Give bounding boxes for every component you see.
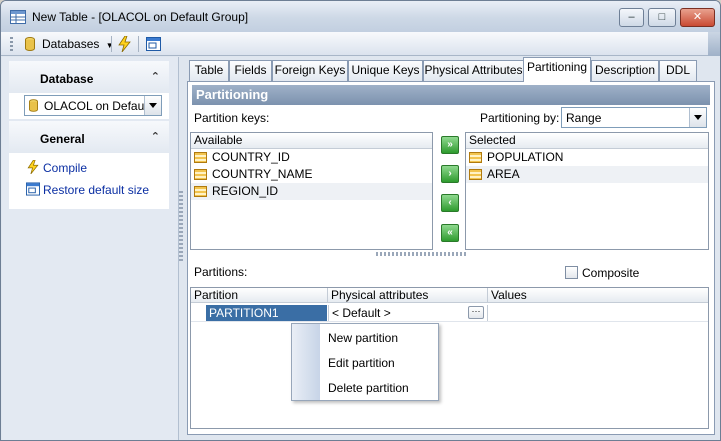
tab-partitioning[interactable]: Partitioning [523, 57, 591, 82]
minimize-icon: – [628, 11, 635, 23]
partition-name-cell[interactable]: PARTITION1 [206, 305, 327, 321]
general-section-body: Compile Restore default size [9, 153, 169, 209]
toolbar: Databases ▼ [1, 32, 720, 56]
toolbar-separator [111, 36, 112, 52]
remove-button[interactable]: ‹ [441, 194, 459, 212]
compile-lightning-icon [27, 160, 39, 174]
maximize-button[interactable]: □ [648, 8, 676, 27]
close-button[interactable]: ✕ [680, 8, 715, 27]
available-header: Available [191, 133, 432, 149]
selected-header: Selected [466, 133, 708, 149]
menu-item-new-partition[interactable]: New partition [328, 331, 398, 345]
collapse-icon[interactable]: ⌃ [151, 70, 160, 83]
databases-dropdown[interactable]: Databases ▼ [42, 36, 114, 52]
grid-header-partition[interactable]: Partition [191, 288, 328, 303]
database-select-value: OLACOL on Default [44, 99, 144, 113]
databases-label: Databases [42, 37, 100, 51]
physical-attributes-cell[interactable]: < Default > ··· [328, 305, 488, 321]
list-item-label: AREA [487, 167, 520, 181]
window-title: New Table - [OLACOL on Default Group] [32, 10, 249, 24]
restore-size-icon[interactable] [146, 37, 161, 51]
toolbar-separator [138, 36, 139, 52]
minimize-button[interactable]: – [619, 8, 644, 27]
menu-item-edit-partition[interactable]: Edit partition [328, 356, 395, 370]
tab-foreign-keys[interactable]: Foreign Keys [272, 60, 348, 81]
list-item[interactable]: COUNTRY_ID [191, 149, 432, 166]
vertical-splitter[interactable] [179, 191, 183, 261]
table-row[interactable]: PARTITION1 < Default > ··· [191, 304, 708, 322]
column-icon [469, 152, 482, 163]
restore-default-size-link[interactable]: Restore default size [43, 183, 149, 197]
collapse-icon[interactable]: ⌃ [151, 130, 160, 143]
compile-lightning-icon[interactable] [118, 36, 131, 52]
column-icon [194, 169, 207, 180]
list-item[interactable]: AREA [466, 166, 708, 183]
chevron-down-icon: ▼ [105, 41, 114, 50]
database-section-header[interactable]: Database ⌃ [9, 61, 169, 93]
partitioning-by-value: Range [566, 111, 602, 125]
tab-unique-keys[interactable]: Unique Keys [348, 60, 423, 81]
column-icon [194, 186, 207, 197]
grid-header-values[interactable]: Values [488, 288, 708, 303]
grid-header-physical[interactable]: Physical attributes [328, 288, 488, 303]
list-item[interactable]: REGION_ID [191, 183, 432, 200]
horizontal-splitter[interactable] [376, 252, 466, 256]
add-button[interactable]: › [441, 165, 459, 183]
tab-physical-attributes[interactable]: Physical Attributes [423, 60, 524, 81]
column-icon [194, 152, 207, 163]
context-menu: New partition Edit partition Delete part… [291, 323, 439, 401]
database-icon [29, 99, 38, 112]
chevron-down-icon[interactable] [144, 96, 161, 115]
partitioning-by-label: Partitioning by: [480, 111, 560, 125]
tab-description[interactable]: Description [591, 60, 659, 81]
list-item-label: COUNTRY_NAME [212, 167, 313, 181]
toolbar-grip[interactable] [10, 37, 13, 51]
list-item[interactable]: COUNTRY_NAME [191, 166, 432, 183]
tab-fields[interactable]: Fields [229, 60, 272, 81]
partitions-grid[interactable]: Partition Physical attributes Values PAR… [190, 287, 709, 429]
composite-checkbox[interactable] [565, 266, 578, 279]
database-section-body: OLACOL on Default [9, 93, 169, 119]
navigation-panel: Database ⌃ OLACOL on Default General ⌃ C… [2, 57, 179, 440]
close-icon: ✕ [692, 11, 703, 23]
add-all-button[interactable]: » [441, 136, 459, 154]
general-section-header[interactable]: General ⌃ [9, 121, 169, 153]
list-item-label: POPULATION [487, 150, 564, 164]
column-icon [469, 169, 482, 180]
list-item[interactable]: POPULATION [466, 149, 708, 166]
context-menu-gutter [292, 324, 320, 400]
title-bar[interactable]: New Table - [OLACOL on Default Group] – … [1, 1, 720, 32]
database-icon [25, 37, 35, 51]
database-select[interactable]: OLACOL on Default [24, 95, 162, 116]
partitioning-by-select[interactable]: Range [561, 107, 707, 128]
partitions-label: Partitions: [194, 265, 248, 279]
list-item-label: REGION_ID [212, 184, 279, 198]
main-window: New Table - [OLACOL on Default Group] – … [0, 0, 721, 441]
ellipsis-button[interactable]: ··· [468, 306, 484, 319]
table-icon [10, 10, 26, 24]
list-item-label: COUNTRY_ID [212, 150, 290, 164]
physical-attributes-value: < Default > [332, 306, 391, 320]
toolbar-overflow-button[interactable] [708, 32, 720, 56]
selected-columns-list[interactable]: Selected POPULATION AREA [465, 132, 709, 250]
menu-item-delete-partition[interactable]: Delete partition [328, 381, 409, 395]
chevron-down-icon[interactable] [689, 108, 706, 127]
composite-label: Composite [582, 266, 640, 280]
compile-link[interactable]: Compile [43, 161, 87, 175]
values-cell[interactable] [489, 305, 708, 321]
available-columns-list[interactable]: Available COUNTRY_ID COUNTRY_NAME REGION… [190, 132, 433, 250]
section-header: Partitioning [192, 85, 710, 105]
tab-table[interactable]: Table [189, 60, 229, 81]
maximize-icon: □ [658, 11, 666, 23]
general-header-label: General [40, 132, 85, 146]
partition-keys-label: Partition keys: [194, 111, 270, 125]
restore-size-icon [26, 182, 40, 196]
database-header-label: Database [40, 72, 94, 86]
tab-ddl[interactable]: DDL [659, 60, 697, 81]
remove-all-button[interactable]: « [441, 224, 459, 242]
